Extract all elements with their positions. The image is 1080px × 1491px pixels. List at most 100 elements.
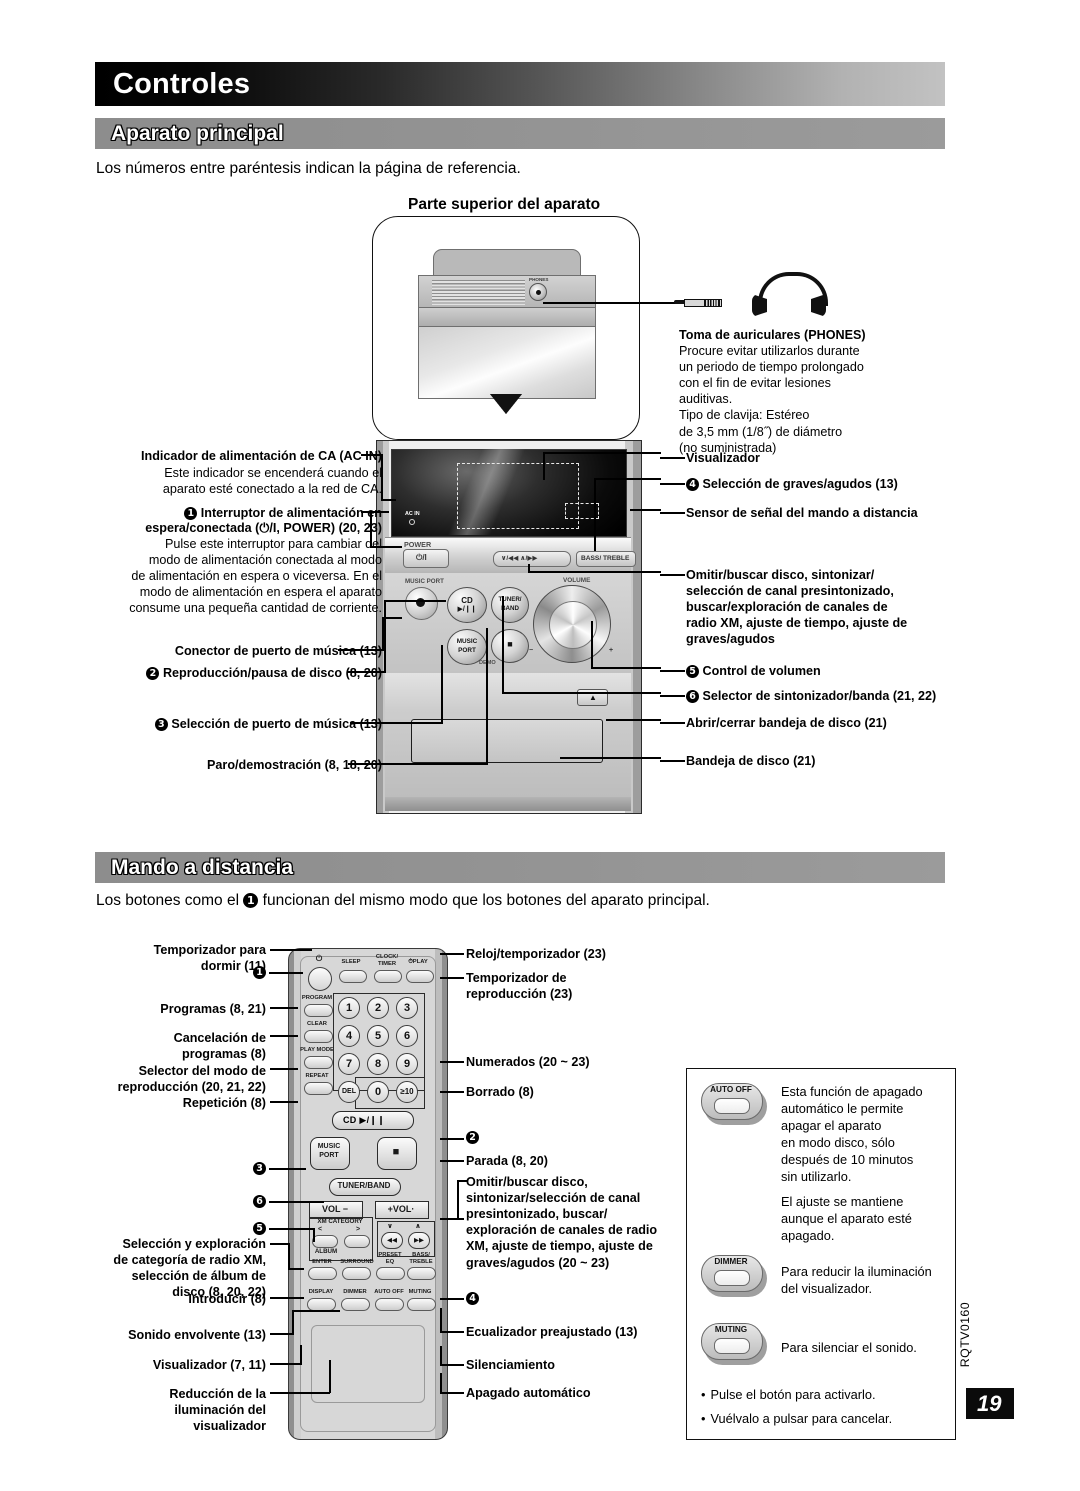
leader-eject-in <box>606 719 661 721</box>
leader-r-playtimer <box>440 977 464 979</box>
key-4[interactable]: 4 <box>338 1025 360 1047</box>
leader-r-display-v <box>300 1345 302 1364</box>
callout-pointer <box>490 394 522 414</box>
clock-label-1: CLOCK/ <box>375 954 399 960</box>
dimmer-button-figure: DIMMER <box>701 1255 767 1297</box>
surround-button[interactable] <box>342 1267 371 1280</box>
stop-icon: ■ <box>392 1146 400 1158</box>
muting-label: MUTING <box>408 1289 432 1295</box>
muting-button[interactable] <box>407 1298 436 1311</box>
key-0[interactable]: 0 <box>367 1081 389 1103</box>
leader-r-autooff-h <box>440 1392 464 1394</box>
music-port-jack[interactable] <box>405 587 438 620</box>
preset-eq-button[interactable] <box>376 1267 405 1280</box>
badge-5: 5 <box>686 665 699 678</box>
leader-skip-in <box>528 571 661 573</box>
leader-r-preseteq-h <box>440 1331 464 1333</box>
program-button[interactable] <box>304 1004 333 1017</box>
key-10plus[interactable]: ≥10 <box>396 1081 418 1103</box>
sleep-button[interactable] <box>339 970 367 983</box>
leader-volume <box>660 670 685 672</box>
callout-ac-in-body: Este indicador se encenderá cuando el ap… <box>162 466 382 497</box>
power-button[interactable]: ⏻/I <box>403 549 449 568</box>
enter-button[interactable] <box>308 1267 337 1280</box>
music-port-label: MUSIC PORT <box>405 578 444 585</box>
leader-disc-play-h2 <box>384 600 446 602</box>
power-icon: ⏻ <box>315 954 323 963</box>
album-down-button[interactable] <box>312 1235 338 1248</box>
leader-vol-up <box>591 621 593 668</box>
leader-power-h <box>361 511 389 513</box>
leader-bt-drop <box>594 478 596 551</box>
leader-bass-treble <box>660 483 685 485</box>
leader-bt-in <box>594 478 661 480</box>
leader-disc-play-v <box>384 600 386 673</box>
surround-label: SURROUND <box>340 1259 374 1265</box>
leader-r-muting-h <box>440 1364 464 1366</box>
leader-tuner-in <box>502 692 661 694</box>
key-7[interactable]: 7 <box>338 1053 360 1075</box>
enter-label: ENTER <box>312 1259 332 1265</box>
unit-front-face <box>418 326 596 399</box>
section-header-main-unit: Aparato principal <box>95 118 945 149</box>
key-6[interactable]: 6 <box>396 1025 418 1047</box>
callout-tuner-band: 6 Selector de sintonizador/banda (21, 22… <box>686 688 936 704</box>
display-highlight-box <box>457 463 579 529</box>
speaker-grille-icon <box>432 280 525 305</box>
play-timer-label: ⏱PLAY <box>408 959 428 965</box>
leader-phones <box>543 302 677 304</box>
play-mode-button[interactable] <box>304 1056 333 1069</box>
cd-play-pause-button[interactable]: CD ▶/❙❙ <box>332 1111 414 1130</box>
auto-off-text-1: Esta función de apagado automático le pe… <box>781 1084 923 1185</box>
clock-timer-button[interactable] <box>374 970 402 983</box>
auto-off-button[interactable] <box>375 1298 404 1311</box>
skip-next-button[interactable]: ▶▶ <box>408 1232 430 1249</box>
callout-r-repeat: Repetición (8) <box>182 1096 266 1110</box>
skip-search-button[interactable]: ∨/◀◀ ∧/▶▶ <box>493 551 571 567</box>
document-code: RQTV0160 <box>958 1302 972 1368</box>
leader-display-drop <box>543 452 545 480</box>
bass-treble-button[interactable]: BASS/ TREBLE <box>576 551 636 567</box>
key-9[interactable]: 9 <box>396 1053 418 1075</box>
volume-knob[interactable] <box>533 585 611 663</box>
leader-r-clock <box>440 953 464 955</box>
key-8[interactable]: 8 <box>367 1053 389 1075</box>
tuner-band-button[interactable]: TUNER/ BAND <box>491 587 529 623</box>
skip-prev-button[interactable]: ◀◀ <box>381 1232 403 1249</box>
leader-r-numbered <box>440 1061 464 1063</box>
key-5[interactable]: 5 <box>367 1025 389 1047</box>
leader-r-surround-h <box>270 1333 294 1335</box>
callout-ac-in-title: Indicador de alimentación de CA (AC IN) <box>141 449 382 463</box>
key-1[interactable]: 1 <box>338 997 360 1019</box>
leader-tray-in <box>560 757 661 759</box>
callout-r-clear: Cancelación de programas (8) <box>173 1031 266 1062</box>
key-2[interactable]: 2 <box>367 997 389 1019</box>
leader-stop-h <box>348 763 488 765</box>
display-label: DISPLAY <box>308 1289 334 1295</box>
phones-jack-icon <box>529 283 547 301</box>
headphones-icon <box>752 272 828 318</box>
clear-button[interactable] <box>304 1030 333 1043</box>
key-del[interactable]: DEL <box>338 1081 360 1103</box>
play-timer-button[interactable] <box>406 970 434 983</box>
section-header-remote: Mando a distancia <box>95 852 945 883</box>
album-up-button[interactable] <box>344 1235 370 1248</box>
xm-prev-icon: < <box>317 1226 323 1233</box>
callout-display: Visualizador <box>686 451 760 465</box>
remote-bass-treble-button[interactable] <box>407 1267 436 1280</box>
cd-play-pause-button[interactable]: CD ▶/❙❙ <box>447 587 487 623</box>
leader-r-dimmer-v <box>329 1360 331 1393</box>
dimmer-button[interactable] <box>341 1298 370 1311</box>
unit-foot <box>385 797 631 811</box>
key-3[interactable]: 3 <box>396 997 418 1019</box>
leader-r-stop <box>440 1160 464 1162</box>
stop-demo-button[interactable]: ■ <box>491 629 529 663</box>
volume-minus-mark: − <box>529 647 534 654</box>
phones-label: PHONES <box>529 277 549 282</box>
remote-power-button[interactable] <box>308 967 332 991</box>
repeat-button[interactable] <box>304 1082 333 1095</box>
leader-r-autooff-v <box>440 1373 442 1393</box>
page-number-badge: 19 <box>966 1388 1014 1419</box>
page-title-bar: Controles <box>95 62 945 106</box>
leader-r-sleep <box>270 949 312 951</box>
